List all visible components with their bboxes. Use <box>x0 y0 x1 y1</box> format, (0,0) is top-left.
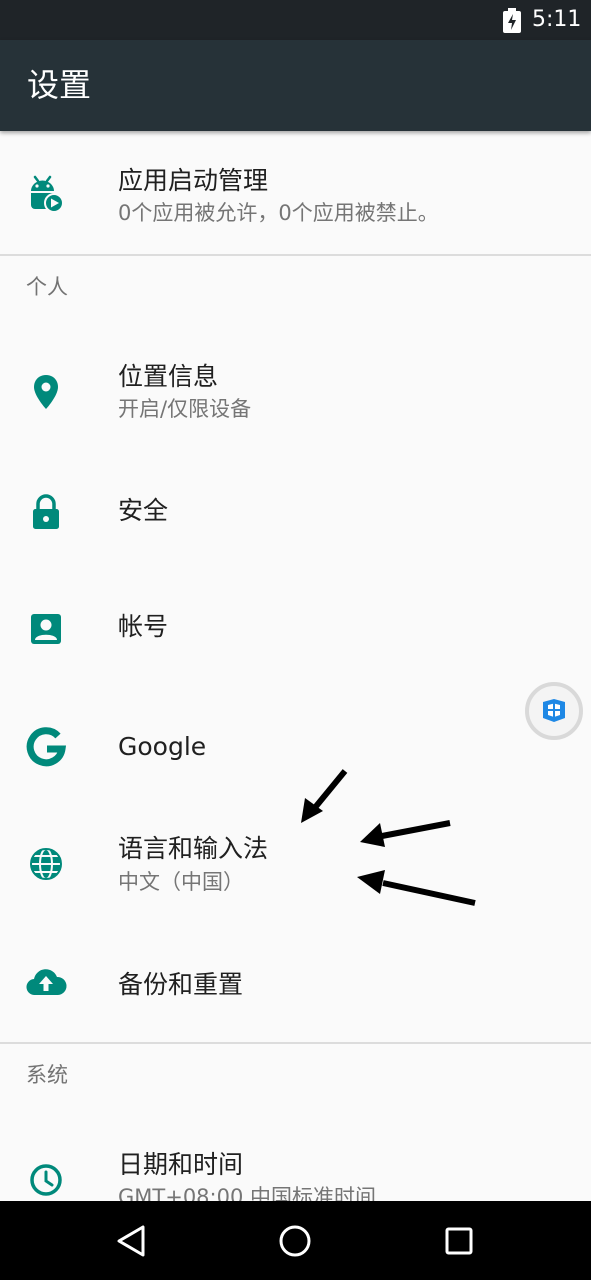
category-header-personal: 个人 <box>26 275 68 299</box>
settings-item-title: 安全 <box>118 496 169 525</box>
recents-button[interactable] <box>437 1219 481 1263</box>
floating-assistant-button[interactable] <box>525 682 583 740</box>
page-title: 设置 <box>27 66 92 104</box>
status-time: 5:11 <box>532 7 582 32</box>
cube-icon <box>543 699 565 722</box>
settings-list[interactable]: 应用启动管理 0个应用被允许，0个应用被禁止。 个人 位置信息 开启/仅限设备 … <box>0 131 591 1201</box>
settings-item-app-launch[interactable]: 应用启动管理 0个应用被允许，0个应用被禁止。 <box>0 131 591 254</box>
cloud-upload-icon <box>26 969 67 996</box>
settings-item-title: 语言和输入法 <box>118 834 269 863</box>
category-header-system: 系统 <box>26 1063 68 1087</box>
settings-item-title: 应用启动管理 <box>118 166 269 195</box>
settings-item-title: 位置信息 <box>118 362 219 391</box>
settings-item-subtitle: 开启/仅限设备 <box>118 397 252 421</box>
lock-icon <box>33 494 59 529</box>
annotation-arrow <box>357 870 476 906</box>
clock-icon <box>30 1164 62 1196</box>
settings-item-subtitle: 中文（中国） <box>118 870 244 894</box>
app-toolbar: 设置 <box>0 40 591 131</box>
status-bar: 5:11 <box>0 0 591 40</box>
section-divider <box>0 254 591 256</box>
annotation-arrow <box>301 769 348 823</box>
settings-item-security[interactable]: 安全 <box>0 451 591 569</box>
settings-item-date-time[interactable]: 日期和时间 GMT+08:00 中国标准时间 <box>0 1121 591 1201</box>
settings-item-backup-reset[interactable]: 备份和重置 <box>0 933 591 1041</box>
settings-item-title: 帐号 <box>118 612 169 641</box>
settings-item-title: Google <box>118 732 207 761</box>
navigation-bar <box>0 1201 591 1280</box>
battery-charging-icon <box>503 8 521 33</box>
settings-item-account[interactable]: 帐号 <box>0 569 591 687</box>
globe-icon <box>30 848 62 880</box>
home-button[interactable] <box>273 1219 317 1263</box>
google-g-icon <box>26 727 67 767</box>
settings-item-title: 备份和重置 <box>118 970 244 999</box>
android-play-icon <box>31 175 64 213</box>
settings-item-subtitle: 0个应用被允许，0个应用被禁止。 <box>118 201 439 225</box>
settings-item-title: 日期和时间 <box>118 1150 244 1179</box>
location-pin-icon <box>34 375 58 409</box>
settings-item-subtitle: GMT+08:00 中国标准时间 <box>118 1185 377 1201</box>
section-divider <box>0 1042 591 1044</box>
settings-item-location[interactable]: 位置信息 开启/仅限设备 <box>0 321 591 471</box>
back-button[interactable] <box>110 1219 154 1263</box>
annotation-arrow <box>360 820 451 847</box>
account-box-icon <box>31 614 61 644</box>
